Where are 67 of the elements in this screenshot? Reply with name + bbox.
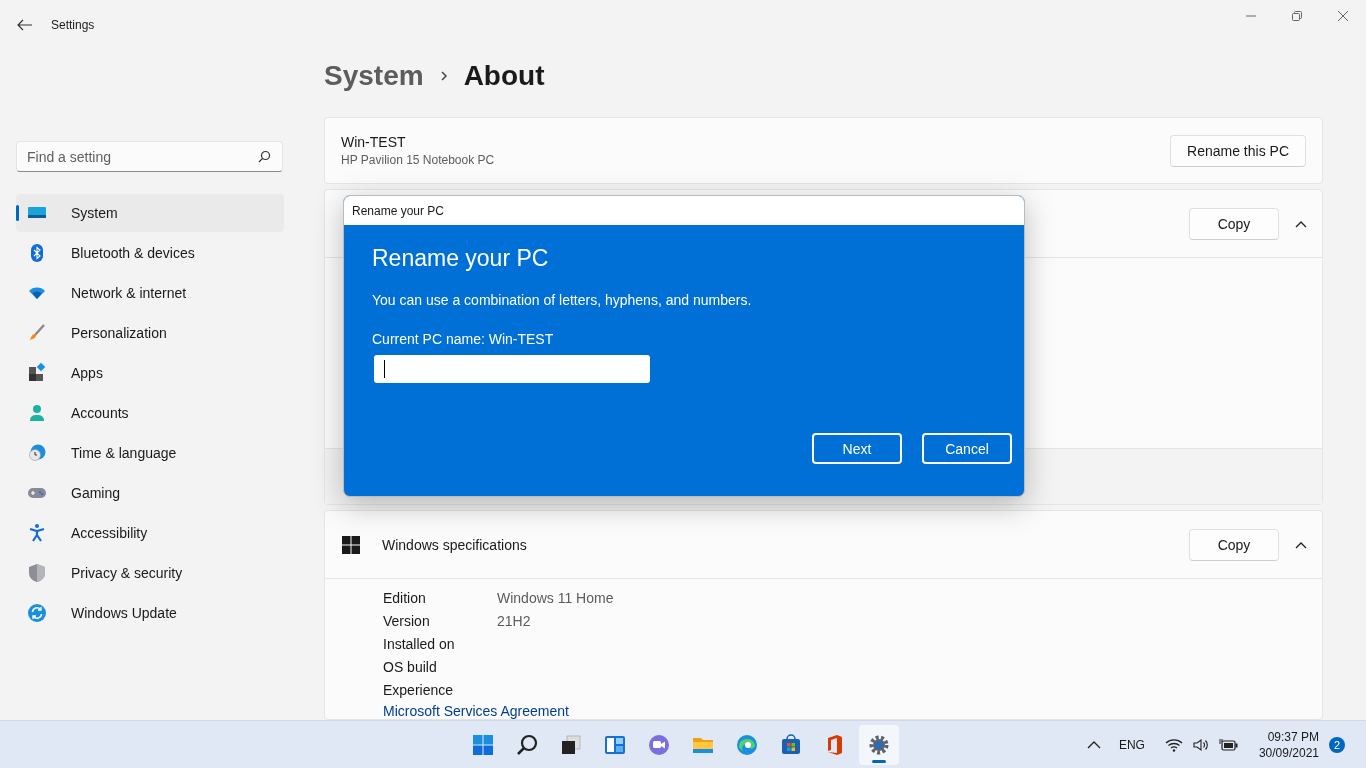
paintbrush-icon [27,323,47,343]
sidebar-item[interactable]: Accounts [16,394,284,432]
dialog-title: Rename your PC [352,203,445,218]
active-indicator [872,759,886,763]
windows-logo-icon [342,535,360,554]
close-icon [1337,10,1349,22]
new-name-field[interactable] [374,355,650,383]
sidebar-item[interactable]: System [16,194,284,232]
copy-button[interactable]: Copy [1189,207,1279,240]
chevron-up-icon[interactable] [1294,219,1308,228]
search-icon [258,150,271,163]
dialog-description: You can use a combination of letters, hyphens, and numbers. [372,292,753,308]
dialog-heading: Rename your PC [372,245,550,272]
spec-label: Edition [383,589,427,606]
next-button[interactable]: Next [812,433,902,464]
language-indicator[interactable]: ENG [1118,737,1145,752]
person-icon [27,403,47,423]
task-view-icon [559,732,583,757]
sidebar-item[interactable]: Accessibility [16,514,284,552]
chevron-up-icon[interactable] [1086,740,1101,749]
spec-label: OS build [383,658,438,675]
spec-label: Installed on [383,635,456,652]
sidebar-item[interactable]: Gaming [16,474,284,512]
spec-value: Windows 11 Home [497,589,614,606]
shield-icon [27,563,47,583]
pc-model: HP Pavilion 15 Notebook PC [341,153,495,168]
sidebar-item[interactable]: Windows Update [16,594,284,632]
cancel-button[interactable]: Cancel [922,433,1012,464]
breadcrumb-link[interactable]: System [324,59,424,92]
sidebar-item[interactable]: Privacy & security [16,554,284,592]
sidebar-item[interactable]: Network & internet [16,274,284,312]
windows-logo-icon [471,732,495,757]
chevron-right-icon [439,69,448,82]
spec-label: Version [383,612,431,629]
wifi-icon[interactable] [1164,737,1183,752]
store-icon [779,732,803,757]
notification-badge[interactable]: 2 [1329,736,1345,753]
battery-charging-icon[interactable] [1218,737,1239,752]
sidebar-item[interactable]: Bluetooth & devices [16,234,284,272]
apps-icon [27,363,47,383]
clock-globe-icon [27,443,47,463]
back-arrow-icon[interactable] [17,19,33,31]
spec-label: Experience [383,681,455,698]
chevron-up-icon[interactable] [1294,540,1308,549]
rename-button[interactable]: Rename this PC [1170,134,1306,167]
chat-icon [647,732,671,757]
volume-icon[interactable] [1192,737,1209,752]
copy-button[interactable]: Copy [1189,528,1279,561]
page-title: About [463,59,545,92]
search-field[interactable]: Find a setting [16,141,283,172]
taskbar-button[interactable] [859,724,899,765]
section-title: Windows specifications [382,536,527,553]
window-title: Settings [51,18,95,32]
clock[interactable]: 09:37 PM 30/09/2021 [1258,728,1319,761]
agreement-link[interactable]: Microsoft Services Agreement [383,703,569,719]
current-name-label: Current PC name: Win-TEST [372,331,555,347]
accessibility-icon [27,523,47,543]
selection-indicator [16,205,19,221]
browser-icon [735,732,759,757]
spec-value: 21H2 [497,612,531,629]
pc-name: Win-TEST [341,134,407,151]
search-icon [515,732,539,757]
update-icon [27,603,47,623]
sidebar-item[interactable]: Time & language [16,434,284,472]
sidebar-item[interactable]: Apps [16,354,284,392]
sidebar-item[interactable]: Personalization [16,314,284,352]
restore-icon [1291,10,1303,22]
